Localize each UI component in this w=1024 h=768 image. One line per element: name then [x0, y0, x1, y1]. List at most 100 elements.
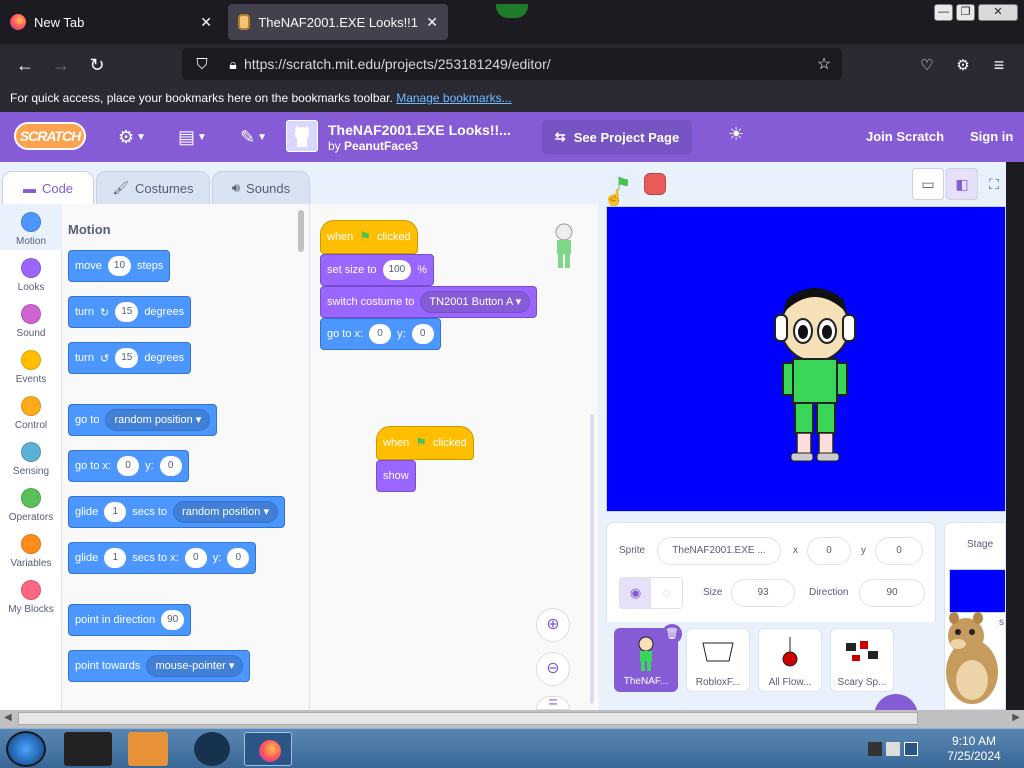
scroll-right-icon[interactable]: ▶: [1012, 712, 1020, 723]
category-my-blocks[interactable]: My Blocks: [0, 572, 62, 618]
tab-sounds[interactable]: 🔊︎ Sounds: [212, 171, 310, 205]
fullscreen-icon[interactable]: ⛶: [982, 168, 1006, 200]
taskbar-globe-icon[interactable]: [194, 732, 230, 766]
category-variables[interactable]: Variables: [0, 526, 62, 572]
y-input[interactable]: 0: [411, 324, 434, 344]
lightbulb-icon[interactable]: ☀: [728, 124, 744, 145]
glide-dropdown[interactable]: random position ▾: [173, 501, 278, 523]
set-size-block[interactable]: set size to 100%: [320, 254, 434, 286]
move-steps-block[interactable]: move 10 steps: [68, 250, 171, 282]
author-name[interactable]: PeanutFace3: [344, 139, 418, 153]
lock-icon[interactable]: 🔒︎: [222, 56, 244, 73]
category-motion[interactable]: Motion: [0, 204, 62, 250]
settings-menu[interactable]: ⚙ ▼: [118, 124, 146, 150]
workspace-scrollbar[interactable]: [590, 414, 594, 704]
stop-button[interactable]: [644, 173, 666, 195]
back-icon[interactable]: ←: [8, 44, 42, 86]
file-menu[interactable]: ▤ ▼: [178, 124, 207, 150]
maximize-icon[interactable]: ❐: [956, 4, 975, 21]
url-bar[interactable]: ⛉ 🔒︎ https://scratch.mit.edu/projects/25…: [182, 48, 842, 80]
size-input[interactable]: 93: [731, 579, 795, 607]
degrees-input[interactable]: 15: [115, 348, 139, 368]
show-eye-icon[interactable]: ◉: [620, 578, 651, 608]
go-to-block[interactable]: go to random position ▾: [68, 404, 218, 436]
tab-scratch-project[interactable]: TheNAF2001.EXE Looks!!1 (v0.5 ✕: [228, 4, 448, 40]
bookmark-star-icon[interactable]: ☆: [806, 54, 842, 74]
join-scratch-link[interactable]: Join Scratch: [866, 129, 944, 144]
go-to-xy-block[interactable]: go to x: 0 y: 0: [320, 318, 441, 350]
category-looks[interactable]: Looks: [0, 250, 62, 296]
sprite-tile[interactable]: RobloxF...: [686, 628, 750, 692]
show-block[interactable]: show: [376, 460, 416, 492]
menu-icon[interactable]: ≡: [982, 44, 1016, 86]
reload-icon[interactable]: ↻: [80, 44, 114, 86]
size-input[interactable]: 100: [382, 260, 412, 280]
pocket-icon[interactable]: ♡: [910, 44, 944, 86]
steps-input[interactable]: 10: [107, 256, 132, 276]
large-stage-icon[interactable]: ◧: [946, 168, 978, 200]
when-flag-clicked-block[interactable]: when ⚑ clicked: [320, 220, 418, 254]
taskbar-clock[interactable]: 9:10 AM 7/25/2024: [930, 734, 1018, 764]
script-workspace[interactable]: when ⚑ clicked set size to 100% switch cost…: [310, 204, 598, 711]
direction-input[interactable]: 90: [161, 610, 185, 630]
delete-sprite-icon[interactable]: 🗑︎: [662, 624, 682, 644]
firefox-taskbar-button[interactable]: [244, 732, 292, 766]
hide-eye-icon[interactable]: ◌: [651, 578, 682, 608]
when-flag-clicked-block[interactable]: when ⚑ clicked: [376, 426, 474, 460]
scratch-logo[interactable]: SCRATCH: [14, 122, 86, 150]
small-stage-icon[interactable]: ▭: [912, 168, 944, 200]
sign-in-link[interactable]: Sign in: [970, 129, 1013, 144]
turn-right-block[interactable]: turn ↻ 15 degrees: [68, 296, 192, 328]
y-input[interactable]: 0: [227, 548, 250, 568]
x-input[interactable]: 0: [807, 537, 851, 565]
start-button[interactable]: [6, 731, 46, 767]
y-input[interactable]: 0: [875, 537, 923, 565]
go-to-xy-block[interactable]: go to x: 0 y: 0: [68, 450, 189, 482]
minimize-icon[interactable]: —: [934, 4, 953, 21]
category-sensing[interactable]: Sensing: [0, 434, 62, 480]
taskbar-app-icon[interactable]: [64, 732, 112, 766]
tab-code[interactable]: ▬ Code: [2, 171, 94, 205]
degrees-input[interactable]: 15: [115, 302, 139, 322]
sprite-tile[interactable]: All Flow...: [758, 628, 822, 692]
secs-input[interactable]: 1: [104, 502, 127, 522]
extensions-icon[interactable]: ⚙: [946, 44, 980, 86]
category-events[interactable]: Events: [0, 342, 62, 388]
direction-input[interactable]: 90: [859, 579, 925, 607]
zoom-in-icon[interactable]: ⊕: [536, 608, 570, 642]
scroll-thumb[interactable]: [18, 712, 918, 725]
turn-left-block[interactable]: turn ↺ 15 degrees: [68, 342, 192, 374]
sprite-tile[interactable]: TheNAF... 🗑︎: [614, 624, 682, 692]
category-control[interactable]: Control: [0, 388, 62, 434]
x-input[interactable]: 0: [184, 548, 207, 568]
volume-icon[interactable]: [904, 742, 918, 756]
category-sound[interactable]: Sound: [0, 296, 62, 342]
close-window-icon[interactable]: ✕: [978, 4, 1018, 21]
network-icon[interactable]: [886, 742, 900, 756]
shield-icon[interactable]: ⛉: [182, 56, 222, 73]
stage-canvas[interactable]: [606, 206, 1006, 512]
zoom-reset-icon[interactable]: =: [536, 695, 570, 711]
tab-costumes[interactable]: 🖌︎ Costumes: [96, 171, 210, 205]
palette-scrollbar[interactable]: [298, 210, 304, 252]
see-project-page-button[interactable]: ⇆ See Project Page: [542, 120, 692, 154]
glide-xy-block[interactable]: glide 1 secs to x: 0 y: 0: [68, 542, 257, 574]
url-text[interactable]: https://scratch.mit.edu/projects/2531812…: [244, 56, 806, 72]
point-towards-block[interactable]: point towards mouse-pointer ▾: [68, 650, 251, 682]
zoom-out-icon[interactable]: ⊖: [536, 652, 570, 686]
x-input[interactable]: 0: [369, 324, 392, 344]
switch-costume-block[interactable]: switch costume to TN2001 Button A ▾: [320, 286, 538, 318]
close-tab-icon[interactable]: ✕: [200, 14, 212, 31]
point-in-direction-block[interactable]: point in direction 90: [68, 604, 192, 636]
tray-icon[interactable]: [868, 742, 882, 756]
sprite-tile[interactable]: Scary Sp...: [830, 628, 894, 692]
x-input[interactable]: 0: [117, 456, 140, 476]
secs-input[interactable]: 1: [104, 548, 127, 568]
go-to-dropdown[interactable]: random position ▾: [105, 409, 211, 431]
point-towards-dropdown[interactable]: mouse-pointer ▾: [146, 655, 244, 677]
edit-menu[interactable]: ✎ ▼: [240, 124, 267, 150]
y-input[interactable]: 0: [159, 456, 182, 476]
glide-to-block[interactable]: glide 1 secs to random position ▾: [68, 496, 285, 528]
close-tab-icon[interactable]: ✕: [426, 14, 438, 31]
manage-bookmarks-link[interactable]: Manage bookmarks...: [396, 91, 511, 105]
